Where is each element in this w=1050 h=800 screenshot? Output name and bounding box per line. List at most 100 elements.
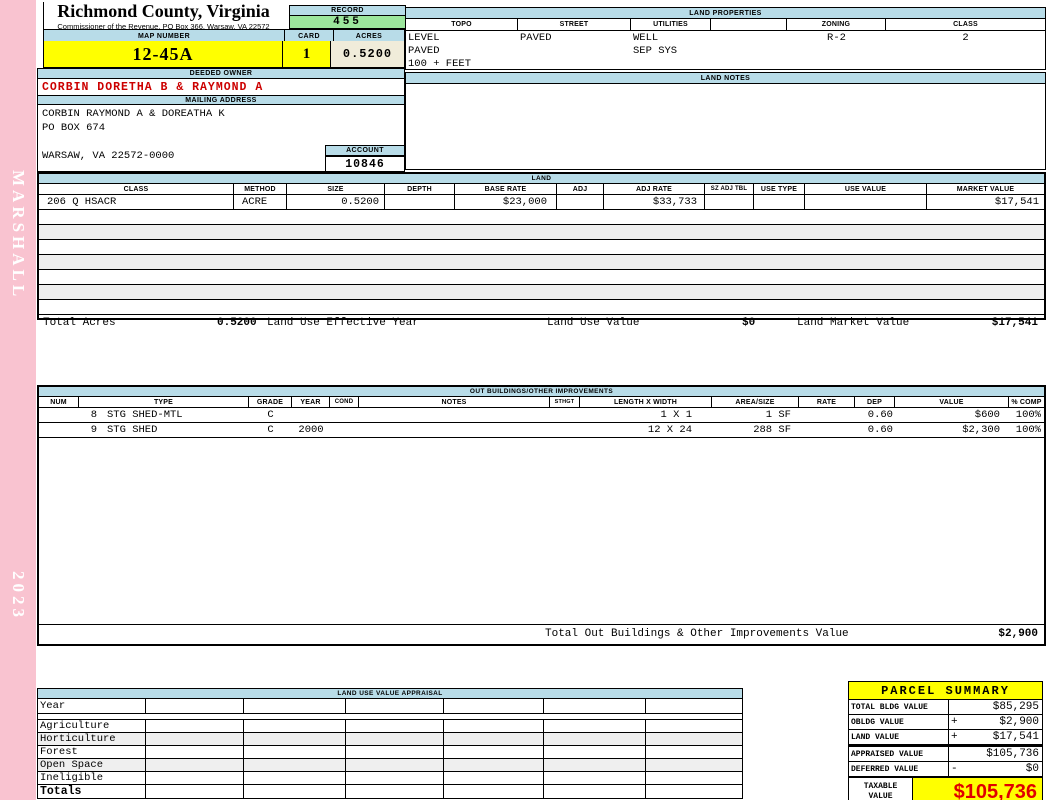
dep-cell: 0.60: [867, 424, 893, 436]
mailing-header: MAILING ADDRESS: [37, 95, 405, 105]
col-method: METHOD: [234, 184, 287, 195]
col-class: CLASS: [886, 19, 1045, 31]
summary-op: +: [951, 731, 958, 743]
use-value-cell: [805, 195, 927, 209]
col-length-width: LENGTH X WIDTH: [580, 397, 712, 408]
empty-cell: [444, 733, 544, 745]
spacer-value: [711, 44, 787, 57]
type-cell: 8 STG SHED-MTL: [79, 408, 249, 422]
empty-cell: [346, 746, 444, 758]
cond-cell: [330, 408, 359, 422]
class-cell: 206 Q HSACR: [39, 195, 234, 209]
summary-value-wrap: $85,295: [949, 700, 1042, 714]
summary-value: $2,900: [999, 716, 1039, 728]
appraisal-row-totals: Totals: [38, 785, 742, 798]
land-use-appraisal-table: LAND USE VALUE APPRAISAL Year Agricultur…: [37, 688, 743, 799]
zoning-value: R-2: [827, 31, 846, 44]
col-depth: DEPTH: [385, 184, 455, 195]
rate-cell: [799, 423, 855, 437]
empty-cell: [244, 733, 346, 745]
land-properties-row: 100 + FEET: [406, 57, 1045, 70]
outbuildings-total-row: Total Out Buildings & Other Improvements…: [39, 624, 1044, 644]
street-value: [518, 57, 631, 70]
empty-cell: [646, 785, 742, 798]
appraisal-row: Horticulture: [38, 733, 742, 746]
empty-cell: [146, 746, 244, 758]
col-sthgt: STHGT: [550, 397, 580, 408]
appraisal-row: Agriculture: [38, 720, 742, 733]
empty-cell: [244, 759, 346, 771]
ob-type: STG SHED-MTL: [107, 409, 183, 421]
dims-cell: 1 X 1: [660, 409, 692, 421]
map-number-value: 12-45A: [43, 41, 283, 68]
empty-cell: [146, 785, 244, 798]
empty-cell: [544, 759, 646, 771]
land-section: LAND CLASS METHOD SIZE DEPTH BASE RATE A…: [37, 172, 1046, 329]
owner-row: CORBIN DORETHA B & RAYMOND A: [37, 79, 405, 95]
total-acres-value: 0.5200: [217, 317, 257, 329]
area-cell: 288 SF: [753, 424, 791, 436]
land-properties-row: LEVEL PAVED WELL R-2 2: [406, 31, 1045, 44]
tax-year-label: 2023: [9, 571, 28, 621]
col-class: CLASS: [39, 184, 234, 195]
property-record-card: MARSHALL 2023 Richmond County, Virginia …: [0, 0, 1050, 800]
record-header: RECORD: [289, 5, 406, 16]
sthgt-cell: [550, 408, 580, 422]
dims-cell: 12 X 24: [647, 424, 692, 436]
acres-value: 0.5200: [331, 41, 405, 68]
type-cell: 9 STG SHED: [79, 423, 249, 437]
land-empty-row: [39, 270, 1044, 285]
empty-cell: [646, 720, 742, 732]
value-cell: $2,300: [962, 424, 1000, 436]
use-type-cell: [754, 195, 805, 209]
comp-cell: 100%: [1015, 409, 1041, 421]
spacer-value: [711, 57, 787, 70]
comp-cell: 100%: [1015, 424, 1041, 436]
summary-row: DEFERRED VALUE - $0: [848, 762, 1043, 777]
col-adj: ADJ: [557, 184, 604, 195]
col-cond: COND: [330, 397, 359, 408]
land-properties-row: PAVED SEP SYS: [406, 44, 1045, 57]
year-cell: 2000: [298, 424, 324, 436]
col-adj-rate: ADJ RATE: [604, 184, 705, 195]
outbuildings-columns: NUM TYPE GRADE YEAR COND NOTES STHGT LEN…: [39, 397, 1044, 408]
map-header-row: MAP NUMBER CARD ACRES: [43, 29, 405, 43]
zoning-value: [787, 44, 886, 57]
summary-value-wrap: + $2,900: [949, 715, 1042, 729]
empty-cell: [244, 785, 346, 798]
empty-cell: [444, 746, 544, 758]
summary-row: OBLDG VALUE + $2,900: [848, 715, 1043, 730]
empty-cell: [544, 746, 646, 758]
empty-cell: [544, 720, 646, 732]
empty-cell: [544, 733, 646, 745]
use-value-label: Land Use Value: [547, 317, 640, 329]
deeded-owner-header: DEEDED OWNER: [37, 68, 405, 79]
land-properties-title: LAND PROPERTIES: [406, 8, 1045, 19]
empty-cell: [444, 759, 544, 771]
empty-cell: [244, 746, 346, 758]
empty-cell: [646, 746, 742, 758]
empty-cell: [146, 699, 244, 713]
land-properties-columns: TOPO STREET UTILITIES ZONING CLASS: [406, 19, 1045, 31]
method-cell: ACRE: [234, 195, 287, 209]
market-value-label: Land Market Value: [797, 317, 910, 329]
notes-cell: [359, 408, 550, 422]
empty-cell: [146, 772, 244, 784]
account-value: 10846: [325, 156, 405, 172]
empty-cell: [146, 759, 244, 771]
col-comp: % COMP: [1009, 397, 1044, 408]
outbuildings-empty-area: [39, 438, 1044, 624]
land-properties-box: LAND PROPERTIES TOPO STREET UTILITIES ZO…: [405, 7, 1046, 70]
col-market-value: MARKET VALUE: [927, 184, 1044, 195]
total-acres-label: Total Acres: [43, 317, 116, 329]
empty-cell: [244, 720, 346, 732]
outbuilding-row: 9 STG SHED C 2000 12 X 24 288 SF 0.60 $2…: [39, 423, 1044, 438]
mailing-line-1: CORBIN RAYMOND A & DOREATHA K: [42, 108, 225, 120]
market-value-cell: $17,541: [994, 196, 1039, 208]
empty-cell: [444, 785, 544, 798]
empty-cell: [346, 785, 444, 798]
land-notes-box: LAND NOTES: [405, 72, 1046, 170]
sthgt-cell: [550, 423, 580, 437]
empty-cell: [346, 699, 444, 713]
empty-cell: [244, 699, 346, 713]
